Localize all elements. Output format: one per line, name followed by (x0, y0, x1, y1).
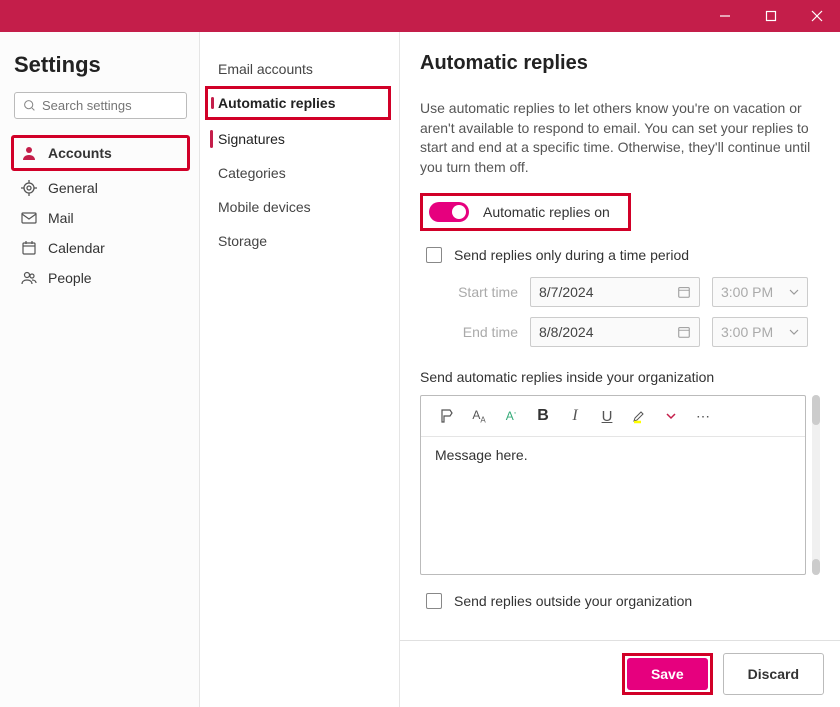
editor-wrap: AA A◦ B I U ⋯ Message here. (420, 395, 820, 575)
sidebar: Settings Accounts General Mail Calendar … (0, 32, 200, 707)
people-icon (20, 270, 38, 286)
sidebar-item-label: Calendar (48, 240, 105, 256)
outside-org-checkbox[interactable] (426, 593, 442, 609)
chevron-down-icon (789, 287, 799, 297)
time-period-checkbox[interactable] (426, 247, 442, 263)
time-period-row: Send replies only during a time period (426, 247, 820, 263)
sidebar-item-label: People (48, 270, 92, 286)
chevron-down-icon (789, 327, 799, 337)
start-time-value: 3:00 PM (721, 284, 773, 300)
editor-scrollbar[interactable] (812, 395, 820, 575)
search-input-container[interactable] (14, 92, 187, 119)
outside-org-row: Send replies outside your organization (426, 593, 820, 609)
message-body[interactable]: Message here. (421, 437, 805, 557)
sub-item-label: Storage (218, 233, 267, 249)
main-panel: Automatic replies Use automatic replies … (400, 32, 840, 707)
sub-item-storage[interactable]: Storage (200, 224, 399, 258)
end-time-input[interactable]: 3:00 PM (712, 317, 808, 347)
sub-item-categories[interactable]: Categories (200, 156, 399, 190)
end-time-row: End time 8/8/2024 3:00 PM (444, 317, 820, 347)
settings-title: Settings (14, 52, 187, 78)
italic-button[interactable]: I (561, 404, 589, 428)
search-icon (23, 99, 36, 112)
calendar-icon (677, 325, 691, 339)
titlebar (0, 0, 840, 32)
end-time-value: 3:00 PM (721, 324, 773, 340)
more-options-button[interactable]: ⋯ (689, 404, 717, 428)
font-size-button[interactable]: A◦ (497, 404, 525, 428)
scrollbar-thumb[interactable] (812, 395, 820, 425)
sub-item-label: Signatures (218, 131, 285, 147)
sidebar-item-label: General (48, 180, 98, 196)
close-button[interactable] (794, 0, 840, 32)
underline-button[interactable]: U (593, 404, 621, 428)
start-date-input[interactable]: 8/7/2024 (530, 277, 700, 307)
end-time-label: End time (444, 324, 518, 340)
editor-toolbar: AA A◦ B I U ⋯ (421, 396, 805, 437)
sub-item-signatures[interactable]: Signatures (200, 122, 399, 156)
save-highlight: Save (622, 653, 713, 695)
sub-item-automatic-replies[interactable]: Automatic replies (205, 86, 391, 120)
footer: Save Discard (400, 640, 840, 707)
page-title: Automatic replies (420, 52, 820, 75)
calendar-icon (677, 285, 691, 299)
auto-replies-toggle[interactable] (429, 202, 469, 222)
font-size-icon: A◦ (506, 409, 517, 423)
mail-icon (20, 210, 38, 226)
auto-replies-toggle-row: Automatic replies on (420, 193, 631, 231)
main-body: Automatic replies Use automatic replies … (400, 32, 840, 640)
highlight-icon (631, 408, 647, 424)
end-date-input[interactable]: 8/8/2024 (530, 317, 700, 347)
end-date-value: 8/8/2024 (539, 324, 594, 340)
start-time-label: Start time (444, 284, 518, 300)
maximize-button[interactable] (748, 0, 794, 32)
content: Settings Accounts General Mail Calendar … (0, 32, 840, 707)
format-painter-icon (439, 408, 455, 424)
highlight-button[interactable] (625, 404, 653, 428)
sidebar-item-label: Mail (48, 210, 74, 226)
message-editor: AA A◦ B I U ⋯ Message here. (420, 395, 806, 575)
start-time-input[interactable]: 3:00 PM (712, 277, 808, 307)
description-text: Use automatic replies to let others know… (420, 99, 820, 177)
sub-item-label: Mobile devices (218, 199, 311, 215)
ellipsis-icon: ⋯ (696, 408, 710, 425)
sub-item-label: Email accounts (218, 61, 313, 77)
sub-item-email-accounts[interactable]: Email accounts (200, 52, 399, 86)
sidebar-item-people[interactable]: People (14, 263, 187, 293)
sidebar-item-accounts[interactable]: Accounts (11, 135, 190, 171)
inside-org-label: Send automatic replies inside your organ… (420, 369, 820, 385)
calendar-icon (20, 240, 38, 256)
discard-button[interactable]: Discard (723, 653, 824, 695)
sub-item-mobile-devices[interactable]: Mobile devices (200, 190, 399, 224)
font-button[interactable]: AA (465, 404, 493, 428)
scrollbar-thumb-bottom[interactable] (812, 559, 820, 575)
person-icon (20, 145, 38, 161)
start-date-value: 8/7/2024 (539, 284, 594, 300)
font-icon: AA (472, 408, 485, 424)
sidebar-item-calendar[interactable]: Calendar (14, 233, 187, 263)
search-input[interactable] (42, 98, 178, 113)
bold-button[interactable]: B (529, 404, 557, 428)
save-button[interactable]: Save (627, 658, 708, 690)
sub-item-label: Automatic replies (218, 95, 335, 111)
chevron-down-icon (666, 411, 676, 421)
sidebar-item-label: Accounts (48, 145, 112, 161)
format-painter-button[interactable] (433, 404, 461, 428)
sidebar-item-general[interactable]: General (14, 173, 187, 203)
sidebar-item-mail[interactable]: Mail (14, 203, 187, 233)
minimize-button[interactable] (702, 0, 748, 32)
highlight-dropdown[interactable] (657, 404, 685, 428)
gear-icon (20, 180, 38, 196)
outside-org-label: Send replies outside your organization (454, 593, 692, 609)
sub-item-label: Categories (218, 165, 286, 181)
start-time-row: Start time 8/7/2024 3:00 PM (444, 277, 820, 307)
toggle-label: Automatic replies on (483, 204, 610, 220)
subsidebar: Email accounts Automatic replies Signatu… (200, 32, 400, 707)
time-period-label: Send replies only during a time period (454, 247, 689, 263)
